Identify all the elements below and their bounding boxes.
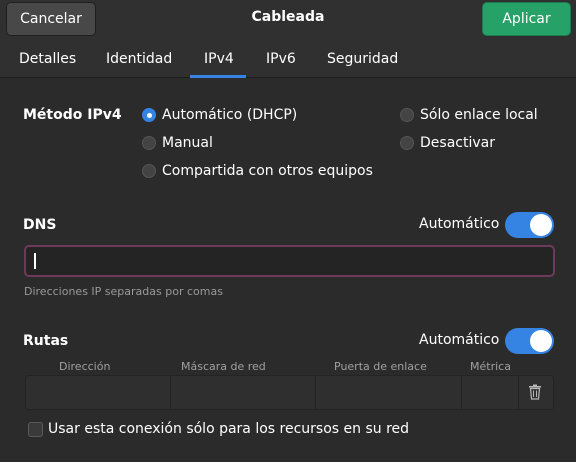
toggle-knob — [530, 330, 552, 352]
radio-icon — [142, 136, 156, 150]
radio-label: Compartida con otros equipos — [162, 163, 373, 179]
radio-checked-icon — [142, 108, 156, 122]
column-header-gateway: Puerta de enlace — [334, 360, 427, 373]
tab-security[interactable]: Seguridad — [327, 51, 398, 67]
apply-button[interactable]: Aplicar — [482, 2, 571, 36]
radio-label: Desactivar — [420, 135, 495, 151]
toggle-knob — [530, 214, 552, 236]
route-row — [25, 375, 554, 410]
radio-disable[interactable]: Desactivar — [400, 135, 495, 151]
tab-identity[interactable]: Identidad — [106, 51, 172, 67]
header-bar: Cancelar Cableada Aplicar — [0, 0, 576, 38]
column-header-address: Dirección — [59, 360, 111, 373]
radio-manual[interactable]: Manual — [142, 135, 213, 151]
tab-ipv6[interactable]: IPv6 — [266, 51, 296, 67]
routes-label: Rutas — [23, 333, 69, 349]
radio-icon — [400, 136, 414, 150]
route-address-field[interactable] — [26, 376, 170, 409]
dns-hint: Direcciones IP separadas por comas — [24, 285, 223, 298]
route-gateway-field[interactable] — [316, 376, 461, 409]
radio-label: Automático (DHCP) — [162, 107, 298, 123]
routes-auto-label: Automático — [419, 332, 500, 348]
dns-input[interactable] — [24, 245, 555, 277]
radio-icon — [400, 108, 414, 122]
radio-label: Manual — [162, 135, 213, 151]
radio-icon — [142, 164, 156, 178]
tab-ipv4[interactable]: IPv4 — [204, 51, 234, 67]
routes-auto-toggle[interactable] — [505, 328, 554, 354]
radio-label: Sólo enlace local — [420, 107, 538, 123]
route-netmask-field[interactable] — [171, 376, 315, 409]
text-caret — [34, 253, 36, 269]
cell-divider — [518, 376, 519, 409]
only-resources-checkbox-row[interactable]: Usar esta conexión sólo para los recurso… — [28, 421, 409, 437]
dns-auto-label: Automático — [419, 216, 500, 232]
dns-label: DNS — [23, 217, 57, 233]
radio-automatic-dhcp[interactable]: Automático (DHCP) — [142, 107, 297, 123]
column-header-netmask: Máscara de red — [181, 360, 266, 373]
radio-link-local[interactable]: Sólo enlace local — [400, 107, 538, 123]
dns-auto-toggle[interactable] — [505, 212, 554, 238]
active-tab-indicator — [190, 75, 246, 78]
tab-details[interactable]: Detalles — [19, 51, 76, 67]
trash-icon[interactable] — [528, 384, 542, 400]
only-resources-label: Usar esta conexión sólo para los recurso… — [48, 421, 410, 437]
route-metric-field[interactable] — [462, 376, 518, 409]
tab-bar: Detalles Identidad IPv4 IPv6 Seguridad — [0, 38, 576, 78]
radio-shared[interactable]: Compartida con otros equipos — [142, 163, 373, 179]
checkbox-icon[interactable] — [28, 421, 43, 437]
ipv4-method-label: Método IPv4 — [23, 107, 122, 123]
column-header-metric: Métrica — [470, 360, 511, 373]
